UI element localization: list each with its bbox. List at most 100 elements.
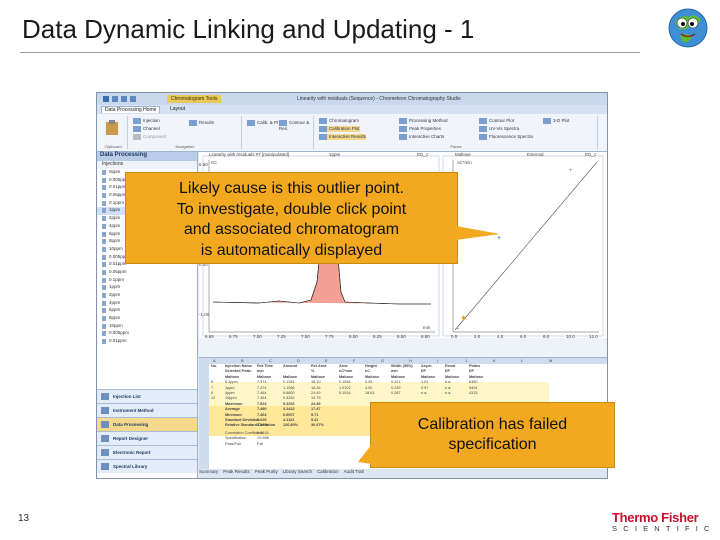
calibration-cell: Pass/Fail (225, 441, 241, 446)
table-cell: 9 (211, 391, 214, 395)
injection-item[interactable]: 10ppm (97, 323, 197, 331)
sheet-tab-peak-results[interactable]: Peak Results (223, 469, 250, 474)
tab-layout[interactable]: Layout (167, 106, 188, 112)
peak-properties-button[interactable]: Peak Properties (399, 126, 441, 132)
injections-node[interactable]: Injections (97, 161, 197, 169)
calibration-header-mid: External (527, 152, 544, 157)
table-header-cell: Injection Name (225, 364, 253, 368)
table-header-cell: EP (445, 369, 451, 374)
sheet-tab-peak-purity[interactable]: Peak Purity (255, 469, 278, 474)
table-cell: 7.474 (257, 380, 267, 385)
column-letter: H (409, 358, 412, 363)
3d-plot-button[interactable]: 3-D Plot (543, 118, 569, 124)
tick-label: 8.80 (421, 334, 430, 339)
stats-cell: Standard Deviation (225, 418, 260, 422)
ribbon-group-panes: Chromatogram Calibration Plot Interactiv… (315, 116, 598, 149)
injection-item[interactable]: 2ppm (97, 292, 197, 300)
table-cell: 1ppm (225, 385, 235, 390)
injection-button[interactable]: Injection (133, 118, 160, 124)
peak-properties-icon (399, 126, 407, 132)
column-letter: G (381, 358, 385, 363)
injection-item[interactable]: 6ppm (97, 307, 197, 315)
table-header-cell: Amount (283, 364, 298, 368)
calibration-cell: 0.8618 (257, 430, 269, 435)
processing-method-button[interactable]: Processing Method (399, 118, 448, 124)
table-cell: 0.287 (391, 391, 401, 395)
outlier-callout: Likely cause is this outlier point. To in… (125, 172, 458, 264)
table-cell: 18.10 (311, 380, 321, 385)
quick-access-toolbar[interactable] (103, 96, 159, 102)
table-cell: 0.221 (391, 380, 401, 385)
callout-line: Calibration has failed (417, 416, 568, 433)
table-header-cell: EP (469, 369, 475, 374)
callout-line: To investigate, double click point (176, 200, 407, 218)
slide-number: 13 (18, 513, 30, 524)
injection-item[interactable]: 4ppm (97, 300, 197, 308)
nav-electronic-report[interactable]: Electronic Report (97, 445, 197, 459)
table-header-cell: No. (211, 364, 218, 368)
nav-injection-list[interactable]: Injection List (97, 389, 197, 403)
chromatogram-pane-button[interactable]: Chromatogram (319, 118, 359, 124)
uv-vis-spectra-button[interactable]: UV-Vis Spectra (479, 126, 519, 132)
tab-data-processing-home[interactable]: Data Processing Home (101, 106, 161, 113)
callout-line: specification (448, 436, 537, 453)
column-letter: L (521, 358, 524, 363)
table-cell: 0.97 (421, 385, 429, 390)
injection-item[interactable]: 1ppm (97, 284, 197, 292)
injection-item[interactable]: 0.005ppm (97, 330, 197, 338)
nav-data-processing[interactable]: Data Processing (97, 417, 197, 431)
tick-label: 8.00 (349, 334, 358, 339)
injection-item[interactable]: 0.01ppm (97, 338, 197, 346)
table-header-cell: Maltose (283, 374, 298, 379)
table-header-cell: Maltose (469, 374, 484, 379)
window-title: Linearity with residuals (Sequence) - Ch… (297, 96, 461, 102)
channel-button[interactable]: Channel (133, 126, 160, 132)
charts-icon (399, 134, 407, 140)
interactive-results-button[interactable]: Interactive Results (319, 134, 367, 140)
table-header-cell: min (391, 369, 398, 374)
paste-icon[interactable] (104, 120, 120, 136)
contour-plot-button[interactable]: Contour Plot (479, 118, 514, 124)
chromatogram-amount: 1ppm (329, 152, 341, 157)
tick-label: 8.0 (543, 334, 550, 339)
table-header-cell: Maltose (339, 374, 354, 379)
calibration-y-label: nC*min (457, 160, 472, 165)
table-cell: 4ppm (225, 391, 235, 395)
sheet-tab-summary[interactable]: Summary (199, 469, 218, 474)
table-header-cell: Area (339, 364, 348, 368)
interactive-charts-button[interactable]: Interactive Charts (399, 134, 444, 140)
table-cell: 18.26 (311, 385, 321, 390)
tick-label: 12.0 (589, 334, 598, 339)
fluorescence-spectra-button[interactable]: Fluorescence Spectra (479, 134, 533, 140)
table-cell: 5404 (469, 385, 478, 390)
table-cell: 6.6800 (283, 391, 295, 395)
table-cell: 1.1066 (283, 385, 295, 390)
stats-cell: 0.34% (257, 423, 268, 428)
sheet-tab-calibration[interactable]: Calibration (317, 469, 339, 474)
injection-item[interactable]: 8ppm (97, 315, 197, 323)
component-button[interactable]: Component (133, 134, 166, 140)
nav-instrument-method[interactable]: Instrument Method (97, 403, 197, 417)
column-letter: B (241, 358, 244, 363)
tick-label: 7.25 (277, 334, 286, 339)
calib-pt-button[interactable]: Calib. & Pt (247, 120, 278, 126)
sheet-tab-library-search[interactable]: Library Search (283, 469, 312, 474)
sheet-tab-audit-trail[interactable]: Audit Trail (344, 469, 364, 474)
injection-item[interactable]: 0.1ppm (97, 277, 197, 285)
contour-res-button[interactable]: Contour & Res. (279, 120, 313, 131)
table-cell: 12 (211, 396, 216, 401)
ribbon-group-navigation: Injection Channel Component Results Navi… (129, 116, 242, 149)
tick-label: -1.00 (199, 312, 210, 317)
results-button[interactable]: Results (189, 120, 214, 126)
callout-line: and associated chromatogram (183, 221, 400, 238)
slide-title: Data Dynamic Linking and Updating - 1 (22, 14, 475, 44)
calibration-plot-button[interactable]: Calibration Plot (319, 126, 360, 132)
table-header-cell: nC*min (339, 369, 353, 374)
injection-item[interactable]: 0.05ppm (97, 269, 197, 277)
tick-label: 8.25 (373, 334, 382, 339)
nav-spectral-library[interactable]: Spectral Library (97, 459, 197, 473)
nav-report-designer[interactable]: Report Designer (97, 431, 197, 445)
context-tab-chromatogram-tools[interactable]: Chromatogram Tools (167, 95, 222, 103)
thermo-fisher-logo: Thermo Fisher (612, 510, 699, 525)
3d-plot-icon (543, 118, 551, 124)
